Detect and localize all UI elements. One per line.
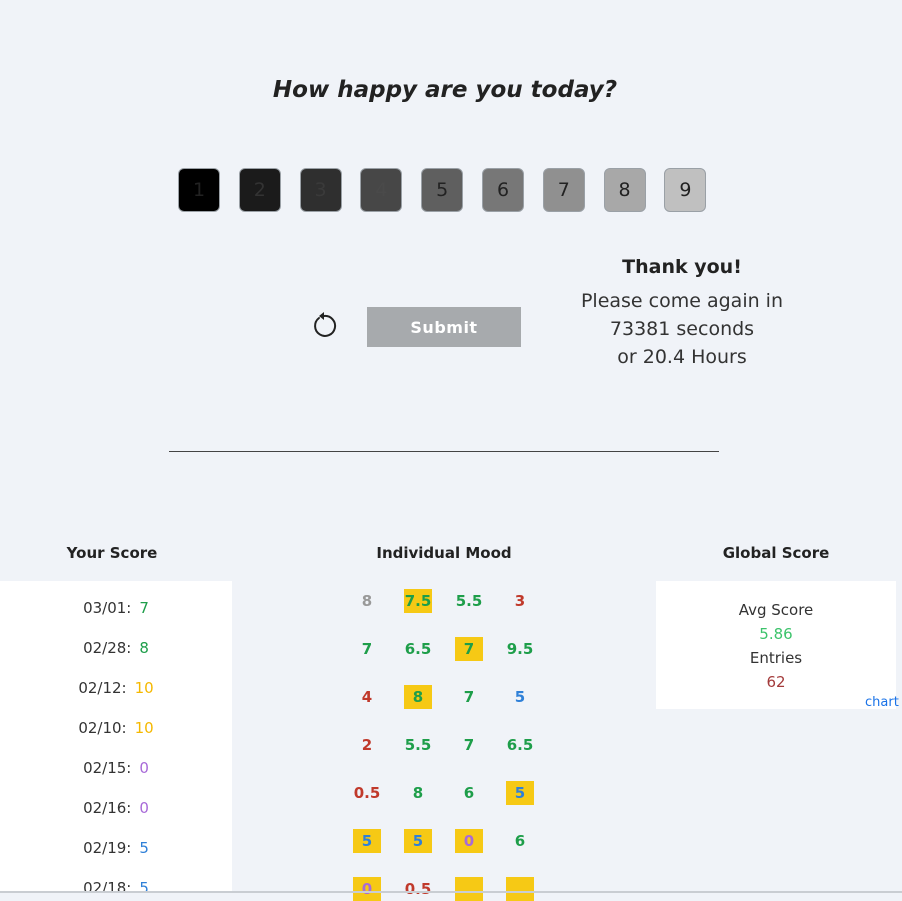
mood-cell xyxy=(506,877,534,901)
individual-mood-title: Individual Mood xyxy=(376,544,512,562)
mood-cell: 8 xyxy=(361,592,373,610)
rating-button-9[interactable]: 9 xyxy=(664,168,707,212)
refresh-icon[interactable] xyxy=(310,311,338,339)
score-row: 03/01: 7 xyxy=(0,599,232,617)
score-date: 02/16: xyxy=(83,799,132,817)
mood-cell: 7 xyxy=(455,637,483,661)
score-date: 02/12: xyxy=(78,679,127,697)
thank-you-message: Thank you! Please come again in 73381 se… xyxy=(570,256,794,371)
score-date: 02/28: xyxy=(83,639,132,657)
mood-cell: 5.5 xyxy=(404,736,432,754)
chart-link[interactable]: chart xyxy=(865,695,899,710)
mood-cell: 5.5 xyxy=(455,592,483,610)
rating-button-8[interactable]: 8 xyxy=(603,168,646,212)
score-row: 02/12: 10 xyxy=(0,679,232,697)
avg-score-label: Avg Score xyxy=(738,601,814,619)
mood-cell: 7 xyxy=(361,640,373,658)
page-question: How happy are you today? xyxy=(272,77,618,103)
seconds-remaining: 73381 seconds xyxy=(609,318,755,340)
score-date: 03/01: xyxy=(83,599,132,617)
section-divider xyxy=(169,451,719,452)
mood-cell: 3 xyxy=(514,592,526,610)
mood-cell: 5 xyxy=(506,781,534,805)
mood-cell: 6.5 xyxy=(506,736,534,754)
rating-button-6[interactable]: 6 xyxy=(482,168,524,212)
mood-cell: 5 xyxy=(404,829,432,853)
score-row: 02/19: 5 xyxy=(0,839,232,857)
score-row: 02/10: 10 xyxy=(0,719,232,737)
mood-cell: 4 xyxy=(361,688,373,706)
mood-cell: 9.5 xyxy=(506,640,534,658)
score-value: 0 xyxy=(139,759,149,777)
rating-button-7[interactable]: 7 xyxy=(542,168,585,212)
score-date: 02/15: xyxy=(83,759,132,777)
mood-cell: 2 xyxy=(361,736,373,754)
score-value: 7 xyxy=(139,599,149,617)
score-row: 02/16: 0 xyxy=(0,799,232,817)
score-value: 10 xyxy=(134,679,154,697)
thank-you-title: Thank you! xyxy=(622,256,742,278)
mood-cell: 6.5 xyxy=(404,640,432,658)
mood-cell: 7.5 xyxy=(404,589,432,613)
global-score-title: Global Score xyxy=(722,544,830,562)
mood-cell: 7 xyxy=(463,736,475,754)
score-value: 10 xyxy=(134,719,154,737)
your-score-title: Your Score xyxy=(66,544,158,562)
mood-cell: 0 xyxy=(353,877,381,901)
rating-button-2[interactable]: 2 xyxy=(238,168,281,212)
mood-cell: 8 xyxy=(404,685,432,709)
score-value: 0 xyxy=(139,799,149,817)
score-value: 8 xyxy=(139,639,149,657)
mood-cell: 0.5 xyxy=(404,880,432,898)
rating-button-5[interactable]: 5 xyxy=(421,168,464,212)
mood-cell: 0.5 xyxy=(353,784,381,802)
mood-cell: 5 xyxy=(353,829,381,853)
mood-cell: 6 xyxy=(514,832,526,850)
rating-button-3[interactable]: 3 xyxy=(299,168,342,212)
avg-score-value: 5.86 xyxy=(759,625,793,643)
submit-button[interactable]: Submit xyxy=(367,307,521,347)
hours-remaining: or 20.4 Hours xyxy=(617,346,747,368)
score-row: 02/15: 0 xyxy=(0,759,232,777)
your-score-panel: 03/01: 7 02/28: 8 02/12: 10 02/10: 10 02/15: 0 02/… xyxy=(0,581,232,893)
mood-cell xyxy=(455,877,483,901)
mood-cell: 8 xyxy=(412,784,424,802)
mood-cell: 7 xyxy=(463,688,475,706)
entries-label: Entries xyxy=(749,649,803,667)
come-again-text: Please come again in xyxy=(580,290,784,312)
score-date: 02/19: xyxy=(83,839,132,857)
entries-value: 62 xyxy=(766,673,786,691)
score-row: 02/28: 8 xyxy=(0,639,232,657)
mood-cell: 0 xyxy=(455,829,483,853)
score-date: 02/10: xyxy=(78,719,127,737)
rating-button-1[interactable]: 1 xyxy=(178,168,220,212)
mood-cell: 6 xyxy=(463,784,475,802)
rating-button-4[interactable]: 4 xyxy=(360,168,403,212)
global-score-panel: Avg Score 5.86 Entries 62 xyxy=(656,581,896,709)
mood-cell: 5 xyxy=(514,688,526,706)
score-value: 5 xyxy=(139,839,149,857)
